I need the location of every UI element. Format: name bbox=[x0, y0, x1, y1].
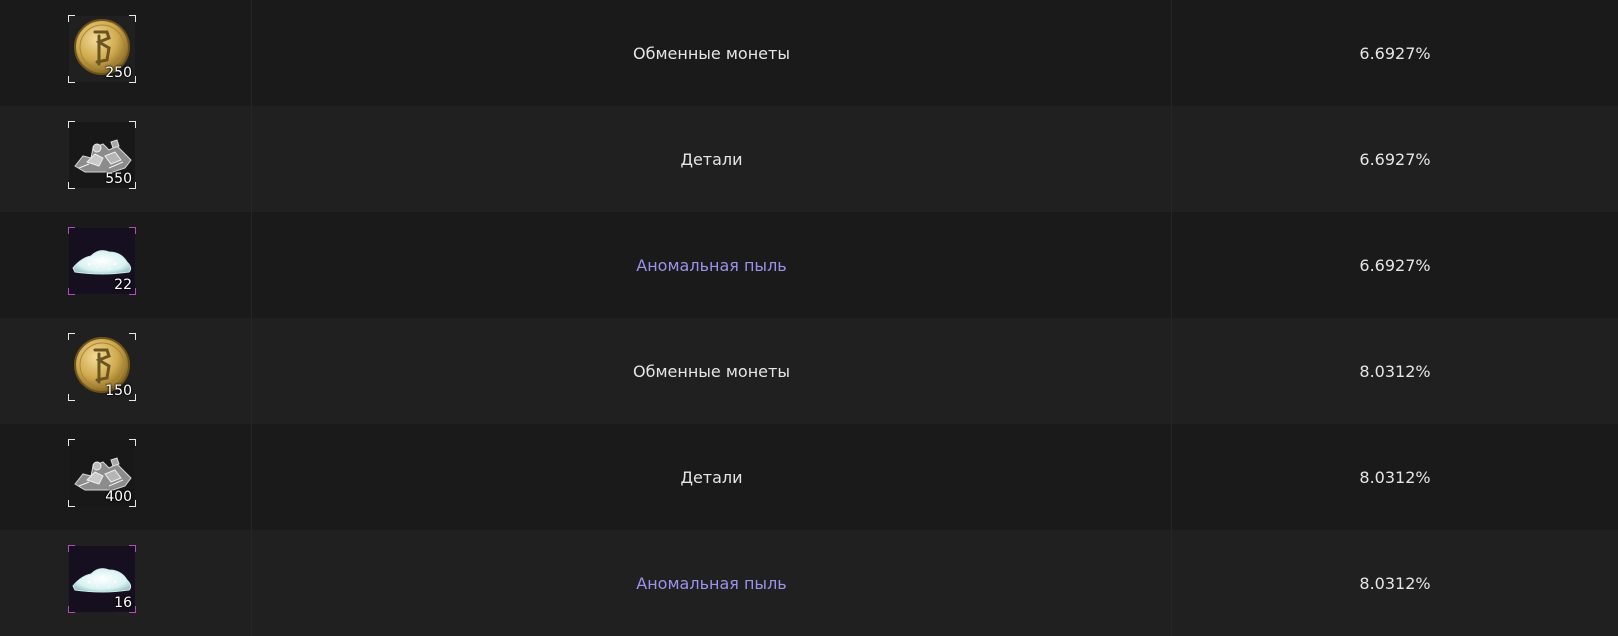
drop-table: 250 Обменные монеты 6.6927% 550 Детали 6… bbox=[0, 0, 1618, 636]
item-icon-cell: 550 bbox=[0, 106, 252, 212]
item-quantity: 16 bbox=[114, 595, 132, 611]
drop-chance: 6.6927% bbox=[1359, 255, 1431, 275]
item-quantity: 550 bbox=[105, 171, 132, 187]
item-slot[interactable]: 550 bbox=[68, 121, 136, 189]
table-row: 400 Детали 8.0312% bbox=[0, 424, 1618, 530]
item-quantity: 22 bbox=[114, 277, 132, 293]
item-icon-cell: 22 bbox=[0, 212, 252, 318]
item-slot[interactable]: 16 bbox=[68, 545, 136, 613]
drop-chance: 8.0312% bbox=[1359, 467, 1431, 487]
item-icon-cell: 16 bbox=[0, 530, 252, 636]
item-slot[interactable]: 150 bbox=[68, 333, 136, 401]
item-slot[interactable]: 250 bbox=[68, 15, 136, 83]
item-icon-cell: 400 bbox=[0, 424, 252, 530]
item-icon-cell: 150 bbox=[0, 318, 252, 424]
drop-chance: 8.0312% bbox=[1359, 573, 1431, 593]
item-slot[interactable]: 400 bbox=[68, 439, 136, 507]
item-quantity: 150 bbox=[105, 383, 132, 399]
table-row: 250 Обменные монеты 6.6927% bbox=[0, 0, 1618, 106]
item-name: Детали bbox=[252, 106, 1172, 212]
table-row: 22 Аномальная пыль 6.6927% bbox=[0, 212, 1618, 318]
item-icon-cell: 250 bbox=[0, 0, 252, 106]
item-slot[interactable]: 22 bbox=[68, 227, 136, 295]
item-quantity: 250 bbox=[105, 65, 132, 81]
drop-chance: 8.0312% bbox=[1359, 361, 1431, 381]
item-name: Аномальная пыль bbox=[252, 212, 1172, 318]
item-name: Аномальная пыль bbox=[252, 530, 1172, 636]
drop-chance: 6.6927% bbox=[1359, 43, 1431, 63]
item-name: Детали bbox=[252, 424, 1172, 530]
item-name: Обменные монеты bbox=[252, 0, 1172, 106]
table-row: 150 Обменные монеты 8.0312% bbox=[0, 318, 1618, 424]
drop-chance: 6.6927% bbox=[1359, 149, 1431, 169]
table-row: 16 Аномальная пыль 8.0312% bbox=[0, 530, 1618, 636]
table-row: 550 Детали 6.6927% bbox=[0, 106, 1618, 212]
item-name: Обменные монеты bbox=[252, 318, 1172, 424]
item-quantity: 400 bbox=[105, 489, 132, 505]
